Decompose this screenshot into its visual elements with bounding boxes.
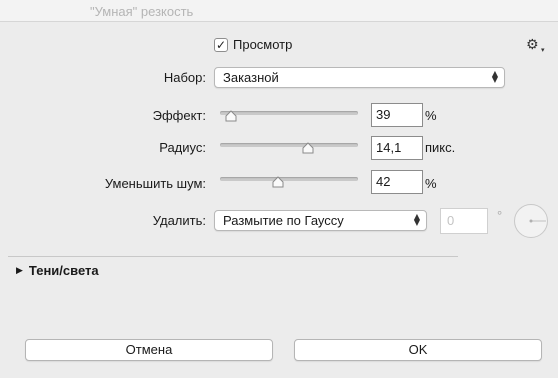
slider-track-effect[interactable] (220, 111, 358, 115)
title-bar: "Умная" резкость (0, 0, 558, 22)
slider-thumb-effect[interactable] (225, 110, 237, 122)
noise-unit: % (425, 176, 437, 191)
cancel-button[interactable]: Отмена (25, 339, 273, 361)
slider-track-noise[interactable] (220, 177, 358, 181)
preset-value: Заказной (223, 70, 279, 85)
preset-label: Набор: (163, 70, 206, 85)
slider-thumb-radius[interactable] (302, 142, 314, 154)
window-title: "Умная" резкость (90, 4, 194, 19)
select-arrows-icon: ▲ ▼ (413, 212, 420, 227)
angle-input: 0 (440, 208, 488, 234)
chevron-down-icon[interactable]: ▾ (541, 46, 545, 54)
remove-label: Удалить: (152, 213, 206, 228)
angle-unit: ° (497, 208, 503, 223)
gear-icon[interactable]: ⚙ (526, 37, 539, 53)
effect-unit: % (425, 108, 437, 123)
slider-track-radius[interactable] (220, 143, 358, 147)
remove-value: Размытие по Гауссу (223, 213, 344, 228)
shadows-section-toggle[interactable]: ▶ Тени/света (16, 263, 99, 278)
select-arrows-icon: ▲ ▼ (491, 69, 498, 84)
radius-unit: пикс. (425, 140, 456, 155)
slider-label-noise: Уменьшить шум: (104, 176, 206, 191)
preview-checkbox[interactable]: ✓ (214, 37, 228, 52)
noise-input[interactable]: 42 (371, 170, 423, 194)
slider-label-radius: Радиус: (159, 140, 206, 155)
preset-select[interactable]: Заказной ▲ ▼ (214, 67, 505, 88)
angle-dial (514, 204, 548, 238)
ok-button[interactable]: OK (294, 339, 542, 361)
remove-select[interactable]: Размытие по Гауссу ▲ ▼ (214, 210, 427, 231)
expand-triangle-icon[interactable]: ▶ (16, 266, 23, 276)
preview-label: Просмотр (233, 37, 293, 52)
shadows-section-label: Тени/света (28, 263, 99, 278)
effect-input[interactable]: 39 (371, 103, 423, 127)
radius-input[interactable]: 14,1 (371, 136, 423, 160)
divider (8, 256, 458, 257)
slider-thumb-noise[interactable] (272, 176, 284, 188)
slider-label-effect: Эффект: (152, 108, 206, 123)
preview-toggle[interactable]: ✓ Просмотр (214, 37, 292, 52)
